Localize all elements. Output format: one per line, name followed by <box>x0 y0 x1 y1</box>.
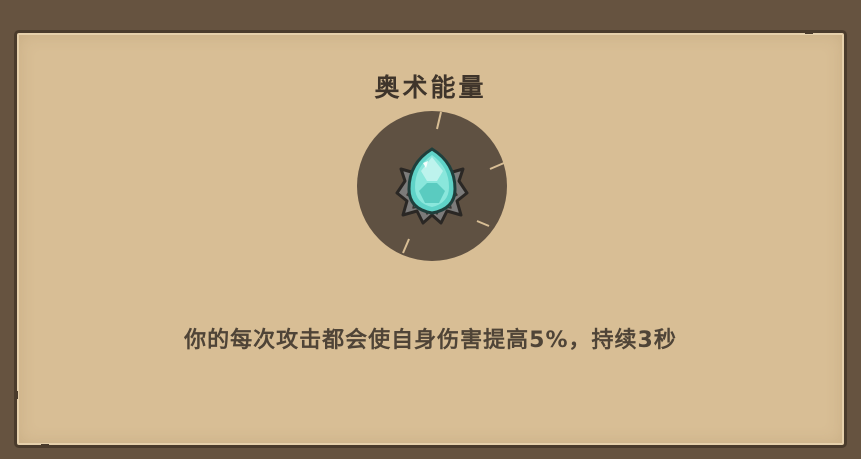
skill-icon <box>357 111 507 261</box>
skill-title: 奥术能量 <box>374 73 487 102</box>
panel-notch <box>41 444 49 448</box>
panel-notch <box>805 30 813 34</box>
panel-notch <box>14 391 18 399</box>
game-background: 奥术能量 你的每次攻击都会使自身伤害提高5%，持续3秒 <box>0 0 861 459</box>
cyan-gem-icon <box>357 111 507 261</box>
skill-description: 你的每次攻击都会使自身伤害提高5%，持续3秒 <box>184 328 677 353</box>
